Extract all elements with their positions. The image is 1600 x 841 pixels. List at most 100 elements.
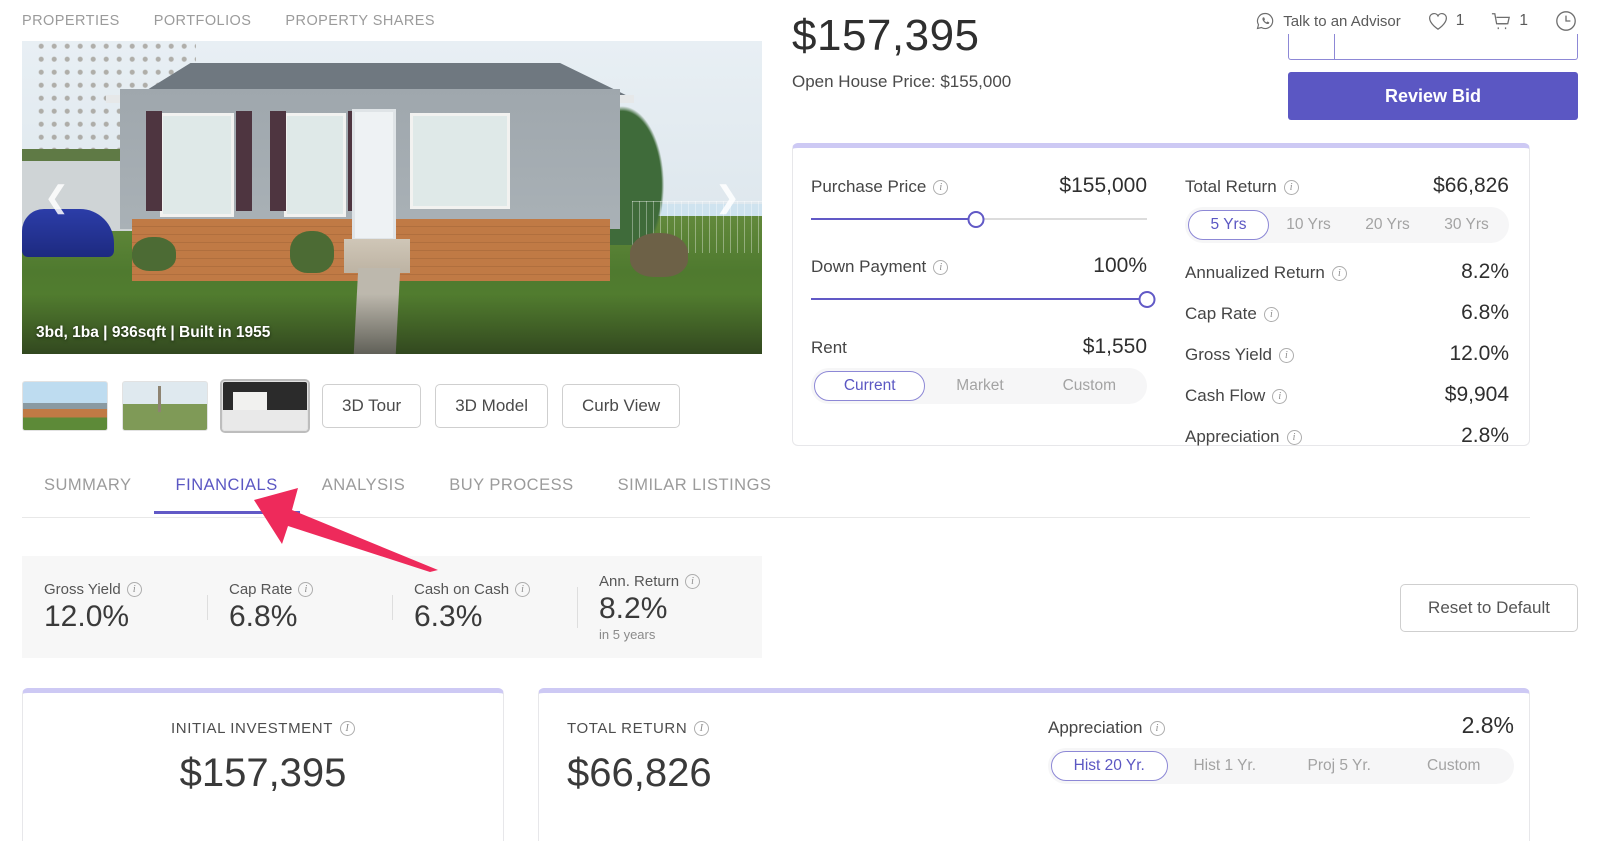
nav-utility-cluster: Talk to an Advisor 1 1 [1255, 9, 1578, 33]
cap-rate-value: 6.8% [1461, 301, 1509, 324]
kpi-gross-yield-value: 12.0% [44, 599, 130, 633]
gallery-next-arrow[interactable]: ❯ [715, 182, 740, 213]
horizon-20-yrs[interactable]: 20 Yrs [1348, 210, 1427, 240]
rent-mode-market[interactable]: Market [925, 371, 1034, 401]
tab-buy-process[interactable]: BUY PROCESS [427, 472, 595, 513]
gross-yield-info-icon[interactable]: i [1278, 347, 1294, 363]
open-house-price: Open House Price: $155,000 [792, 72, 1012, 91]
appreciation-info-icon[interactable]: i [1286, 429, 1302, 445]
total-return-info-icon[interactable]: i [1283, 179, 1299, 195]
appreciation-card-label: Appreciation i [1048, 718, 1165, 738]
bid-amount-input[interactable] [1288, 34, 1578, 60]
property-gallery: ❮ ❯ 3bd, 1ba | 936sqft | Built in 1955 [22, 41, 762, 354]
tab-analysis[interactable]: ANALYSIS [300, 472, 427, 513]
metric-cap-rate: Cap Rate i 6.8% [1185, 301, 1509, 324]
annualized-return-info-icon[interactable]: i [1331, 265, 1347, 281]
calculator-results-column: Total Return i $66,826 5 Yrs 10 Yrs 20 Y… [1175, 148, 1529, 447]
3d-model-button[interactable]: 3D Model [435, 384, 548, 428]
cart-button[interactable]: 1 [1490, 11, 1528, 31]
reset-to-default-button[interactable]: Reset to Default [1400, 584, 1578, 632]
purchase-price-slider-knob[interactable] [967, 211, 985, 228]
thumbnail-exterior-front[interactable] [22, 381, 108, 431]
kpi-cap-rate-info-icon[interactable]: i [298, 581, 314, 597]
review-bid-button[interactable]: Review Bid [1288, 72, 1578, 120]
property-specs-text: 3bd, 1ba | 936sqft | Built in 1955 [36, 324, 271, 341]
metric-gross-yield: Gross Yield i 12.0% [1185, 342, 1509, 365]
tab-similar-listings[interactable]: SIMILAR LISTINGS [596, 472, 794, 513]
cash-flow-info-icon[interactable]: i [1272, 388, 1288, 404]
primary-nav-links: PROPERTIES PORTFOLIOS PROPERTY SHARES [22, 13, 435, 29]
heart-icon [1427, 11, 1449, 31]
3d-tour-button[interactable]: 3D Tour [322, 384, 422, 428]
kpi-cash-on-cash: Cash on Cash i 6.3% [392, 581, 577, 634]
section-tabs: SUMMARY FINANCIALS ANALYSIS BUY PROCESS … [22, 472, 1530, 518]
gallery-prev-arrow[interactable]: ❮ [44, 182, 69, 213]
kpi-cash-on-cash-info-icon[interactable]: i [515, 581, 531, 597]
rent-mode-current[interactable]: Current [814, 371, 926, 401]
property-hero-photo[interactable]: ❮ ❯ 3bd, 1ba | 936sqft | Built in 1955 [22, 41, 762, 354]
initial-investment-card: INITIAL INVESTMENT i $157,395 [22, 688, 504, 841]
appreciation-hist-20-yr[interactable]: Hist 20 Yr. [1051, 751, 1168, 781]
horizon-10-yrs[interactable]: 10 Yrs [1269, 210, 1348, 240]
tab-financials[interactable]: FINANCIALS [153, 472, 300, 514]
annualized-return-value: 8.2% [1461, 260, 1509, 283]
cap-rate-info-icon[interactable]: i [1263, 306, 1279, 322]
cash-flow-value: $9,904 [1444, 383, 1509, 406]
thumbnail-backyard[interactable] [122, 381, 208, 431]
bid-area: Review Bid [1288, 34, 1578, 120]
curb-view-button[interactable]: Curb View [561, 384, 681, 428]
down-payment-slider[interactable] [811, 288, 1156, 310]
appreciation-value: 2.8% [1461, 424, 1509, 447]
appreciation-custom[interactable]: Custom [1397, 751, 1512, 781]
down-payment-row: Down Payment i 100% [811, 254, 1147, 278]
appreciation-hist-1-yr[interactable]: Hist 1 Yr. [1168, 751, 1283, 781]
horizon-5-yrs[interactable]: 5 Yrs [1188, 210, 1269, 240]
nav-link-properties[interactable]: PROPERTIES [22, 13, 120, 29]
gross-yield-value: 12.0% [1449, 342, 1509, 365]
down-payment-value: 100% [1093, 254, 1147, 277]
total-return-card-info-icon[interactable]: i [694, 721, 710, 736]
bid-currency-prefix [1289, 34, 1335, 59]
kpi-cash-on-cash-value: 6.3% [414, 599, 483, 633]
rent-mode-custom[interactable]: Custom [1035, 371, 1144, 401]
kpi-ann-return-info-icon[interactable]: i [685, 573, 701, 589]
kpi-gross-yield-info-icon[interactable]: i [126, 581, 142, 597]
investment-calculator-panel: Purchase Price i $155,000 Down Payment i… [792, 143, 1530, 447]
kpi-ann-return: Ann. Return i 8.2% in 5 years [577, 573, 762, 642]
appreciation-proj-5-yr[interactable]: Proj 5 Yr. [1282, 751, 1397, 781]
purchase-price-label: Purchase Price i [811, 177, 949, 197]
favorites-count: 1 [1455, 12, 1465, 29]
rent-value: $1,550 [1082, 335, 1147, 358]
purchase-price-slider[interactable] [811, 208, 1147, 230]
appreciation-card-info-icon[interactable]: i [1149, 720, 1165, 736]
kpi-cap-rate: Cap Rate i 6.8% [207, 581, 392, 634]
metric-cash-flow: Cash Flow i $9,904 [1185, 383, 1509, 406]
price-block: $157,395 Open House Price: $155,000 [792, 14, 1012, 92]
appreciation-header-row: Appreciation i 2.8% [1048, 712, 1514, 739]
horizon-30-yrs[interactable]: 30 Yrs [1427, 210, 1506, 240]
talk-to-advisor-button[interactable]: Talk to an Advisor [1255, 11, 1401, 31]
rent-label: Rent [811, 338, 847, 357]
total-return-label: Total Return i [1185, 177, 1299, 197]
favorites-button[interactable]: 1 [1427, 11, 1465, 31]
initial-investment-info-icon[interactable]: i [339, 721, 355, 736]
down-payment-slider-knob[interactable] [1138, 291, 1156, 308]
kpi-summary-strip: Gross Yield i 12.0% Cap Rate i 6.8% Cash… [22, 556, 762, 658]
down-payment-label: Down Payment i [811, 257, 949, 277]
kpi-ann-return-value: 8.2% [599, 591, 668, 625]
cart-icon [1490, 11, 1512, 31]
clock-icon[interactable] [1554, 9, 1578, 33]
down-payment-info-icon[interactable]: i [933, 259, 949, 275]
kpi-cap-rate-value: 6.8% [229, 599, 298, 633]
gallery-thumbnail-strip: 3D Tour 3D Model Curb View [22, 381, 681, 431]
purchase-price-value: $155,000 [1059, 174, 1147, 197]
purchase-price-row: Purchase Price i $155,000 [811, 174, 1147, 198]
thumbnail-kitchen[interactable] [222, 381, 308, 431]
nav-link-property-shares[interactable]: PROPERTY SHARES [285, 13, 435, 29]
nav-link-portfolios[interactable]: PORTFOLIOS [154, 13, 252, 29]
tab-summary[interactable]: SUMMARY [22, 472, 154, 513]
purchase-price-info-icon[interactable]: i [933, 179, 949, 195]
horizon-segmented-control: 5 Yrs 10 Yrs 20 Yrs 30 Yrs [1185, 207, 1509, 243]
total-return-row: Total Return i $66,826 [1185, 174, 1509, 198]
down-payment-slider-fill [811, 298, 1147, 300]
